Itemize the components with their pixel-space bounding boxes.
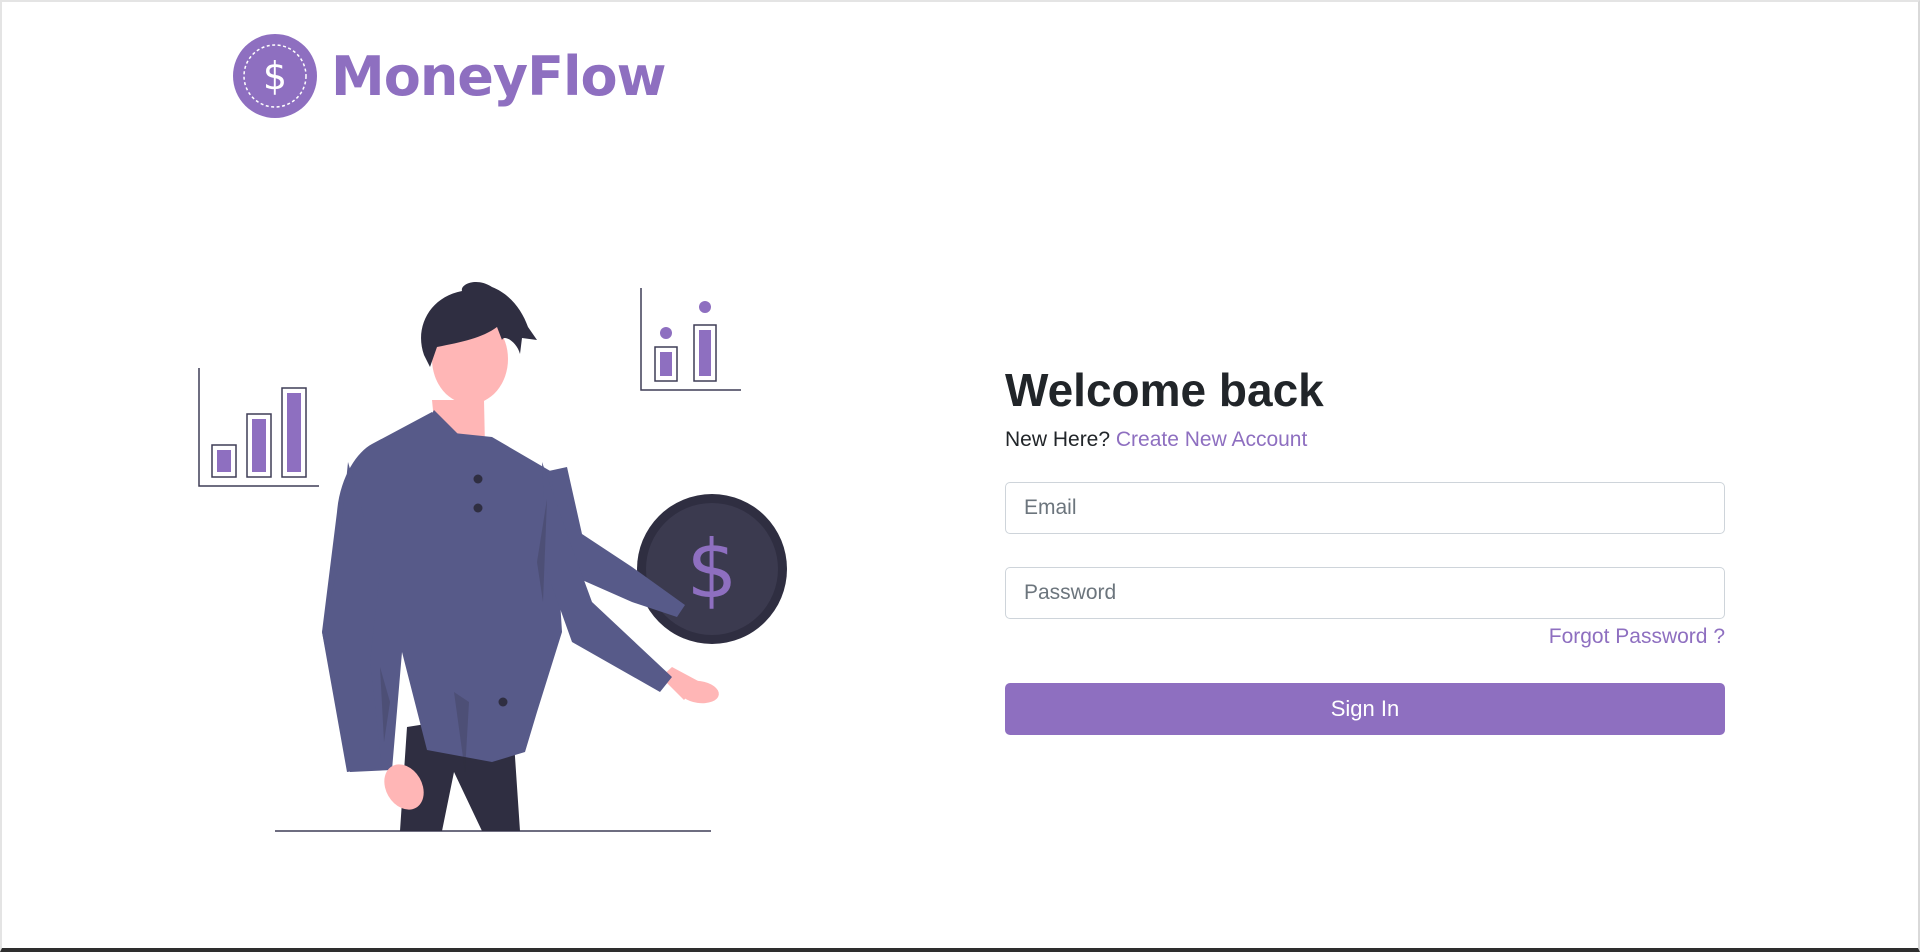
forgot-password-link[interactable]: Forgot Password ? (1005, 625, 1725, 649)
sign-in-button[interactable]: Sign In (1005, 683, 1725, 735)
page-title: Welcome back (1005, 364, 1324, 416)
bar-chart-icon (198, 368, 319, 487)
password-field[interactable] (1005, 567, 1725, 619)
svg-text:$: $ (687, 523, 738, 616)
new-here-text: New Here? (1005, 428, 1111, 451)
svg-text:$: $ (263, 54, 287, 98)
brand-name: MoneyFlow (331, 44, 666, 108)
page-frame: $ MoneyFlow $ Welcome back New Here? Cre… (0, 0, 1920, 952)
login-form: Welcome back New Here? Create New Accoun… (1005, 362, 1725, 735)
email-field[interactable] (1005, 482, 1725, 534)
signup-prompt: New Here? Create New Account (1005, 428, 1725, 452)
hero-illustration: $ (198, 282, 787, 832)
dot-chart-icon (640, 288, 741, 391)
dollar-coin-icon: $ (233, 34, 317, 118)
dollar-coin-icon: $ (637, 494, 787, 644)
brand-home-link[interactable]: $ MoneyFlow (233, 34, 666, 118)
create-account-link[interactable]: Create New Account (1116, 428, 1307, 451)
